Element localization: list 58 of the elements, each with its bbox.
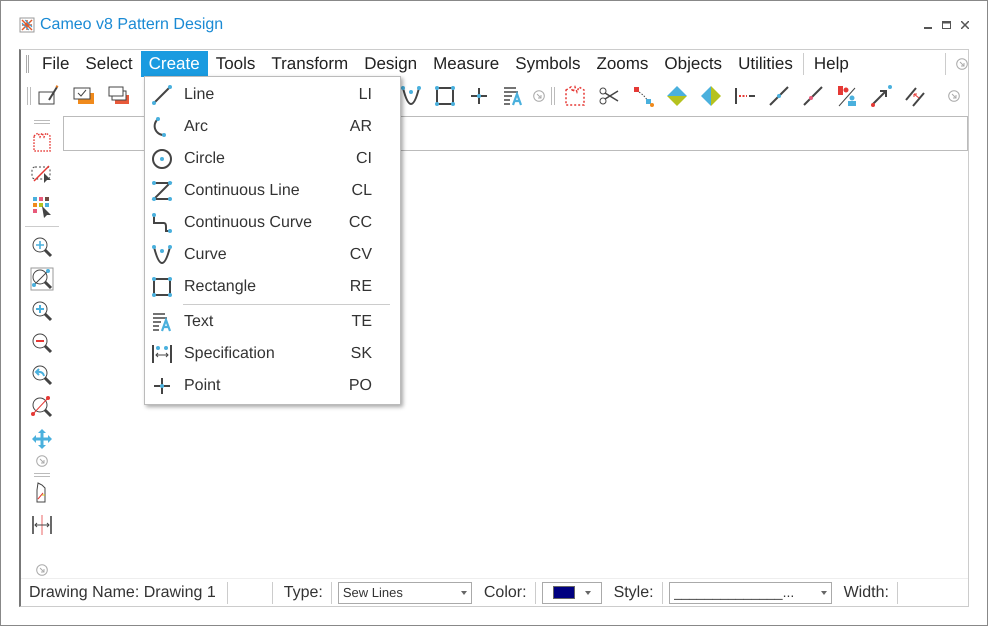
close-icon[interactable] <box>961 21 969 29</box>
percent-icon[interactable] <box>835 84 859 108</box>
arrow-icon[interactable] <box>869 84 893 108</box>
menu-option[interactable]: Text TE <box>145 306 400 338</box>
maximize-icon[interactable] <box>942 21 951 29</box>
app-logo-icon <box>19 17 35 33</box>
menu-option[interactable]: Line LI <box>145 79 400 111</box>
menu-item[interactable]: Transform <box>263 51 356 77</box>
zoom-window-icon[interactable] <box>30 267 54 291</box>
type-label: Type: <box>284 582 323 602</box>
line-point-icon[interactable] <box>801 84 825 108</box>
curve-path-icon <box>150 211 174 235</box>
menu-option[interactable]: Circle CI <box>145 143 400 175</box>
dotted-path-icon[interactable] <box>631 84 655 108</box>
zoom-out-icon[interactable] <box>30 331 54 355</box>
menu-item[interactable]: Symbols <box>507 51 588 77</box>
menu-option[interactable]: Specification SK <box>145 338 400 370</box>
color-label: Color: <box>484 582 527 602</box>
line-icon <box>150 83 174 107</box>
width-label: Width: <box>844 582 889 602</box>
menu-item[interactable]: Utilities <box>730 51 801 77</box>
rectangle-icon <box>150 275 174 299</box>
drawing-name: Drawing Name: Drawing 1 <box>29 582 216 602</box>
zoom-line-icon[interactable] <box>30 395 54 419</box>
menu-option[interactable]: Arc AR <box>145 111 400 143</box>
menu-item[interactable]: File <box>34 51 78 77</box>
zoom-back-icon[interactable] <box>30 363 54 387</box>
curve-icon[interactable] <box>399 84 423 108</box>
color-dropdown[interactable] <box>542 582 602 604</box>
menu-item[interactable]: Help <box>806 51 857 77</box>
zoom-pan-icon[interactable] <box>30 235 54 259</box>
menu-item[interactable]: Select <box>77 51 141 77</box>
text-icon[interactable] <box>501 84 525 108</box>
menu-item[interactable]: Design <box>356 51 426 77</box>
menu-option[interactable]: Rectangle RE <box>145 271 400 303</box>
window-title: Cameo v8 Pattern Design <box>40 15 224 35</box>
style-dropdown[interactable]: ______________... <box>668 582 832 604</box>
zoom-in-icon[interactable] <box>30 299 54 323</box>
type-dropdown[interactable]: Sew Lines <box>338 582 472 604</box>
menu-item[interactable]: Tools <box>208 51 264 77</box>
text-icon <box>150 310 174 334</box>
menu-item[interactable]: Zooms <box>588 51 656 77</box>
menu-option[interactable]: Continuous Curve CC <box>145 207 400 239</box>
menu-item[interactable]: Measure <box>425 51 508 77</box>
line-point-icon[interactable] <box>767 84 791 108</box>
measure-arrow-icon <box>150 342 174 366</box>
curve-icon <box>150 243 174 267</box>
style-label: Style: <box>614 582 654 602</box>
rectangle-icon[interactable] <box>433 84 457 108</box>
zigzag-line-icon <box>150 179 174 203</box>
menu-item[interactable]: Objects <box>656 51 730 77</box>
menu-option[interactable]: Point PO <box>145 370 400 402</box>
menu-option[interactable]: Curve CV <box>145 239 400 271</box>
circle-icon <box>150 147 174 171</box>
measure-icon[interactable] <box>30 513 54 537</box>
color-grid-icon[interactable] <box>30 194 54 218</box>
menu-option[interactable]: Continuous Line CL <box>145 175 400 207</box>
pattern-piece-icon[interactable] <box>563 84 587 108</box>
